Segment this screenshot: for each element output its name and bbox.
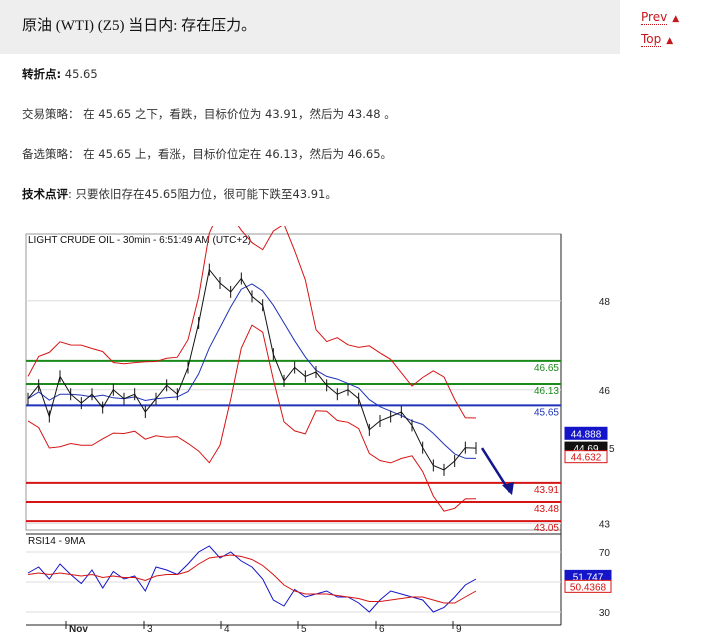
prev-label: Prev	[641, 10, 668, 25]
price-tick-label: 46	[599, 386, 611, 397]
moving-average-line	[27, 283, 477, 459]
strategy-label: 交易策略：	[22, 107, 80, 121]
price-chart: LIGHT CRUDE OIL - 30min - 6:51:49 AM (UT…	[25, 226, 615, 635]
arrow-up-icon: ▲	[666, 36, 674, 46]
time-tick-label: 5	[301, 624, 307, 635]
rsi-line	[27, 545, 477, 613]
page-title: 原油 (WTI) (Z5) 当日内: 存在压力。	[22, 18, 257, 34]
price-badge-label: 44.888	[571, 429, 602, 440]
prev-link[interactable]: Prev ▲	[641, 10, 680, 25]
level-label: 43.48	[534, 504, 559, 515]
level-label: 43.91	[534, 485, 559, 496]
level-label: 43.05	[534, 523, 559, 534]
level-label: 46.65	[534, 363, 559, 374]
rsi-title: RSI14 - 9MA	[28, 536, 86, 547]
strategy-text: 在 45.65 之下，看跌，目标价位为 43.91，然后为 43.48 。	[83, 107, 396, 121]
time-tick-label: 9	[456, 624, 462, 635]
pivot-label: 转折点:	[22, 67, 62, 81]
pivot-value: 45.65	[64, 67, 98, 81]
price-tick-label: 48	[599, 297, 611, 308]
alternative-label: 备选策略：	[22, 147, 80, 161]
rsi-tick-label: 70	[599, 548, 611, 559]
top-label: Top	[641, 32, 662, 47]
comment-text: : 只要依旧存在45.65阻力位，很可能下跌至43.91。	[68, 187, 337, 201]
strategy-line: 交易策略： 在 45.65 之下，看跌，目标价位为 43.91，然后为 43.4…	[22, 106, 396, 122]
rsi-badge-label: 50.4368	[570, 582, 607, 593]
price-badge-suffix: 5	[609, 444, 615, 455]
bollinger-upper	[27, 226, 477, 419]
alternative-line: 备选策略： 在 45.65 上，看涨，目标价位定在 46.13，然后为 46.6…	[22, 146, 392, 162]
comment-line: 技术点评: 只要依旧存在45.65阻力位，很可能下跌至43.91。	[22, 186, 337, 202]
time-tick-label: 6	[379, 624, 385, 635]
time-tick-label: 3	[147, 624, 153, 635]
pivot-line: 转折点: 45.65	[22, 66, 98, 82]
page-header: 原油 (WTI) (Z5) 当日内: 存在压力。	[0, 0, 620, 54]
level-label: 46.13	[534, 386, 559, 397]
price-badge-label: 44.632	[571, 453, 602, 464]
price-tick-label: 43	[599, 519, 611, 530]
price-panel-frame	[25, 233, 562, 531]
comment-label: 技术点评	[22, 187, 68, 201]
alternative-text: 在 45.65 上，看涨，目标价位定在 46.13，然后为 46.65。	[83, 147, 393, 161]
time-tick-label: Nov	[69, 624, 88, 635]
top-link[interactable]: Top ▲	[641, 32, 674, 47]
time-tick-label: 4	[224, 624, 230, 635]
chart-title: LIGHT CRUDE OIL - 30min - 6:51:49 AM (UT…	[28, 235, 251, 246]
rsi-tick-label: 30	[599, 608, 611, 619]
level-label: 45.65	[534, 407, 559, 418]
arrow-up-icon: ▲	[672, 14, 680, 24]
